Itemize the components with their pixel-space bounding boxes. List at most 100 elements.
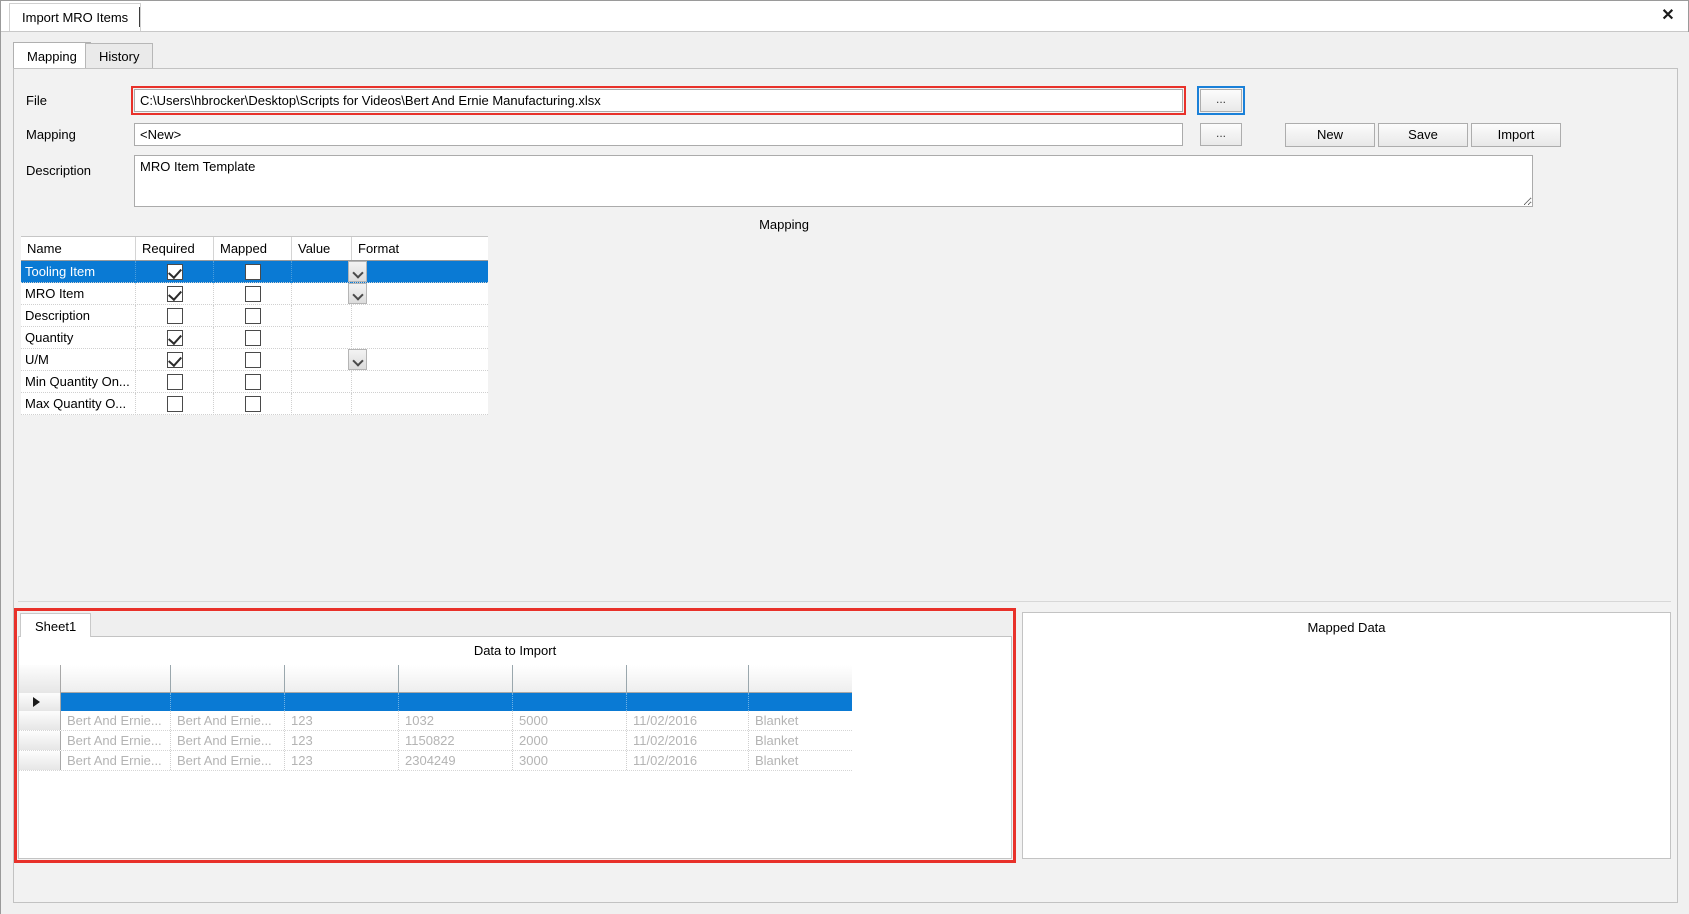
data-cell-b[interactable]: Bert And Ernie... bbox=[171, 751, 285, 770]
required-checkbox-cell[interactable] bbox=[136, 304, 214, 327]
mapped-checkbox[interactable] bbox=[244, 285, 261, 302]
required-checkbox[interactable] bbox=[166, 329, 183, 346]
mapped-checkbox-cell[interactable] bbox=[214, 392, 292, 415]
data-column-header-e[interactable] bbox=[513, 665, 627, 693]
mapping-row[interactable]: MRO Item bbox=[21, 282, 488, 305]
row-header[interactable] bbox=[19, 693, 61, 711]
data-cell-a[interactable]: Bert And Ernie... bbox=[61, 751, 171, 770]
data-cell-d[interactable]: 2304249 bbox=[399, 751, 513, 770]
format-cell[interactable] bbox=[352, 393, 488, 415]
data-cell-c[interactable] bbox=[285, 693, 399, 711]
format-cell[interactable] bbox=[352, 305, 488, 327]
data-cell-g[interactable]: Blanket bbox=[749, 751, 852, 770]
mapped-checkbox[interactable] bbox=[244, 329, 261, 346]
column-header-value[interactable]: Value bbox=[292, 237, 352, 260]
data-cell-e[interactable]: 3000 bbox=[513, 751, 627, 770]
data-row[interactable] bbox=[19, 693, 852, 711]
column-header-mapped[interactable]: Mapped bbox=[214, 237, 292, 260]
required-checkbox-cell[interactable] bbox=[136, 326, 214, 349]
data-row[interactable]: Bert And Ernie... Bert And Ernie... 123 103… bbox=[19, 711, 852, 731]
required-checkbox[interactable] bbox=[166, 285, 183, 302]
data-cell-e[interactable]: 2000 bbox=[513, 731, 627, 750]
mapped-checkbox[interactable] bbox=[244, 263, 261, 280]
format-cell[interactable] bbox=[352, 261, 488, 283]
data-cell-b[interactable]: Bert And Ernie... bbox=[171, 731, 285, 750]
data-cell-d[interactable]: 1150822 bbox=[399, 731, 513, 750]
format-cell[interactable] bbox=[352, 349, 488, 371]
data-cell-c[interactable]: 123 bbox=[285, 711, 399, 730]
sheet-tab-sheet1[interactable]: Sheet1 bbox=[20, 613, 92, 637]
row-header[interactable] bbox=[19, 731, 61, 750]
save-button[interactable]: Save bbox=[1378, 123, 1468, 147]
column-header-name[interactable]: Name bbox=[21, 237, 136, 260]
required-checkbox-cell[interactable] bbox=[136, 348, 214, 371]
mapped-checkbox-cell[interactable] bbox=[214, 304, 292, 327]
data-cell-a[interactable]: Bert And Ernie... bbox=[61, 731, 171, 750]
row-header[interactable] bbox=[19, 751, 61, 770]
mapped-checkbox-cell[interactable] bbox=[214, 348, 292, 371]
column-header-format[interactable]: Format bbox=[352, 237, 488, 260]
new-button[interactable]: New bbox=[1285, 123, 1375, 147]
mapped-checkbox[interactable] bbox=[244, 373, 261, 390]
column-header-required[interactable]: Required bbox=[136, 237, 214, 260]
data-cell-e[interactable]: 5000 bbox=[513, 711, 627, 730]
required-checkbox[interactable] bbox=[166, 373, 183, 390]
data-cell-f[interactable] bbox=[627, 693, 749, 711]
mapping-row[interactable]: Min Quantity On... bbox=[21, 370, 488, 393]
mapped-checkbox-cell[interactable] bbox=[214, 326, 292, 349]
data-cell-f[interactable]: 11/02/2016 bbox=[627, 711, 749, 730]
document-tab-import-mro-items[interactable]: Import MRO Items bbox=[9, 3, 142, 31]
tab-history[interactable]: History bbox=[85, 43, 154, 69]
data-cell-g[interactable]: Blanket bbox=[749, 711, 852, 730]
format-cell[interactable] bbox=[352, 283, 488, 305]
required-checkbox-cell[interactable] bbox=[136, 370, 214, 393]
value-cell[interactable] bbox=[292, 370, 352, 393]
mapping-row[interactable]: Max Quantity O... bbox=[21, 392, 488, 415]
value-cell[interactable] bbox=[292, 392, 352, 415]
file-browse-button[interactable]: ... bbox=[1200, 89, 1242, 112]
data-cell-c[interactable]: 123 bbox=[285, 731, 399, 750]
mapping-browse-button[interactable]: ... bbox=[1200, 123, 1242, 146]
required-checkbox[interactable] bbox=[166, 263, 183, 280]
mapped-checkbox[interactable] bbox=[244, 395, 261, 412]
data-cell-c[interactable]: 123 bbox=[285, 751, 399, 770]
value-cell[interactable] bbox=[292, 260, 367, 283]
required-checkbox[interactable] bbox=[166, 395, 183, 412]
format-cell[interactable] bbox=[352, 327, 488, 349]
data-cell-a[interactable] bbox=[61, 693, 171, 711]
mapping-row[interactable]: U/M bbox=[21, 348, 488, 371]
required-checkbox[interactable] bbox=[166, 351, 183, 368]
mapping-row[interactable]: Description bbox=[21, 304, 488, 327]
value-cell[interactable] bbox=[292, 348, 367, 371]
format-cell[interactable] bbox=[352, 371, 488, 393]
data-cell-g[interactable]: Blanket bbox=[749, 731, 852, 750]
value-cell[interactable] bbox=[292, 282, 367, 305]
data-cell-b[interactable]: Bert And Ernie... bbox=[171, 711, 285, 730]
description-input[interactable] bbox=[134, 155, 1533, 207]
required-checkbox-cell[interactable] bbox=[136, 260, 214, 283]
data-column-header-b[interactable] bbox=[171, 665, 285, 693]
import-button[interactable]: Import bbox=[1471, 123, 1561, 147]
mapping-row[interactable]: Tooling Item bbox=[21, 260, 488, 283]
data-column-header-d[interactable] bbox=[399, 665, 513, 693]
data-row[interactable]: Bert And Ernie... Bert And Ernie... 123 115… bbox=[19, 731, 852, 751]
data-cell-f[interactable]: 11/02/2016 bbox=[627, 751, 749, 770]
data-cell-g[interactable] bbox=[749, 693, 852, 711]
value-cell[interactable] bbox=[292, 304, 352, 327]
data-column-header-f[interactable] bbox=[627, 665, 749, 693]
data-cell-f[interactable]: 11/02/2016 bbox=[627, 731, 749, 750]
tab-mapping[interactable]: Mapping bbox=[13, 42, 91, 69]
data-column-header-a[interactable] bbox=[61, 665, 171, 693]
mapping-name-input[interactable] bbox=[134, 123, 1183, 146]
required-checkbox-cell[interactable] bbox=[136, 282, 214, 305]
data-cell-e[interactable] bbox=[513, 693, 627, 711]
mapped-checkbox-cell[interactable] bbox=[214, 260, 292, 283]
required-checkbox-cell[interactable] bbox=[136, 392, 214, 415]
value-cell[interactable] bbox=[292, 326, 352, 349]
mapped-checkbox[interactable] bbox=[244, 351, 261, 368]
data-cell-a[interactable]: Bert And Ernie... bbox=[61, 711, 171, 730]
mapped-checkbox-cell[interactable] bbox=[214, 282, 292, 305]
mapped-checkbox-cell[interactable] bbox=[214, 370, 292, 393]
mapped-checkbox[interactable] bbox=[244, 307, 261, 324]
data-cell-d[interactable]: 1032 bbox=[399, 711, 513, 730]
